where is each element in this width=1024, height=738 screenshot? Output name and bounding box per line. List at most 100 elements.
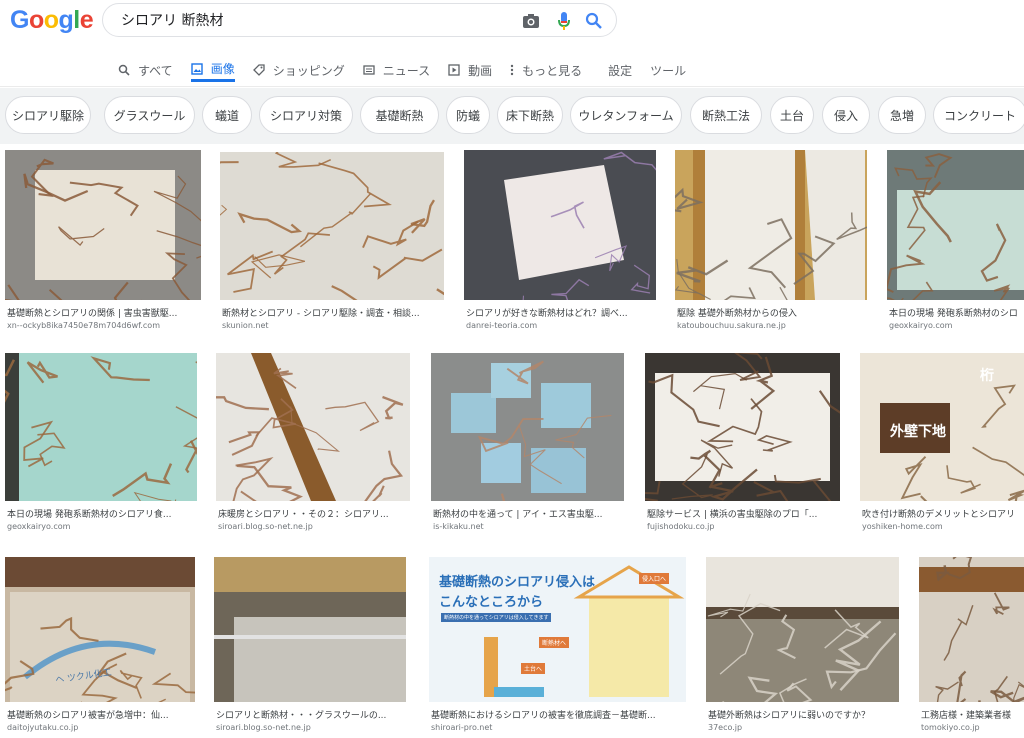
image-result[interactable]: 吹き付け断熱のデメリットとシロアリ yoshiken-home.com 桁外壁下地	[860, 353, 1024, 535]
image-embedded-text: こんなところから	[439, 595, 544, 610]
result-source[interactable]: is-kikaku.net	[433, 522, 622, 531]
result-thumbnail[interactable]	[5, 150, 201, 300]
tab-1[interactable]: 画像	[190, 58, 235, 82]
image-result[interactable]: 断熱材の中を通って | アイ・エス害虫駆... is-kikaku.net	[431, 353, 624, 535]
tab-3[interactable]: ニュース	[363, 58, 430, 82]
tab-label: すべて	[138, 63, 173, 78]
tab-7[interactable]: ツール	[650, 58, 686, 82]
image-result[interactable]: 床暖房とシロアリ・・その２：シロアリ... siroari.blog.so-net…	[216, 353, 410, 535]
result-title[interactable]: 駆除 基礎外断熱材からの侵入	[677, 306, 865, 319]
result-title[interactable]: 本日の現場 発砲系断熱材のシロアリ食...	[7, 507, 195, 520]
tab-4[interactable]: 動画	[448, 58, 492, 82]
tab-label: ショッピング	[272, 63, 345, 78]
image-result[interactable]: 基礎断熱のシロアリ被害が急増中：仙... daitojyutaku.co.jp ヘ …	[5, 557, 195, 736]
result-source[interactable]: fujishodoku.co.jp	[647, 522, 838, 531]
chip-related-search[interactable]: 防蟻	[446, 96, 490, 134]
image-embedded-text: 侵入口へ	[639, 573, 670, 584]
chip-related-search[interactable]: 基礎断熱	[360, 96, 439, 134]
image-result[interactable]: 断熱材とシロアリ - シロアリ駆除・調査・相談... skunion.net	[220, 152, 444, 334]
image-embedded-text: 断熱材の中を通ってシロアリは侵入してきます	[441, 613, 552, 622]
image-embedded-text: 外壁下地	[890, 424, 946, 440]
image-result[interactable]: 駆除 基礎外断熱材からの侵入 katoubouchuu.sakura.ne.jp	[675, 150, 867, 334]
result-source[interactable]: katoubouchuu.sakura.ne.jp	[677, 321, 865, 330]
chip-related-search[interactable]: 侵入	[822, 96, 870, 134]
result-thumbnail[interactable]	[5, 557, 195, 702]
result-source[interactable]: xn--ockyb8ika7450e78m704d6wf.com	[7, 321, 199, 330]
result-title[interactable]: シロアリが好きな断熱材はどれ？調べ...	[466, 306, 654, 319]
result-thumbnail[interactable]	[706, 557, 899, 702]
chip-related-search[interactable]: シロアリ駆除	[5, 96, 91, 134]
image-result[interactable]: 基礎断熱とシロアリの関係 | 害虫害獣駆... xn--ockyb8ika7450…	[5, 150, 201, 334]
image-result[interactable]: 駆除サービス | 横浜の害虫駆除のプロ「... fujishodoku.co.jp	[645, 353, 840, 535]
result-source[interactable]: danrei-teoria.com	[466, 321, 654, 330]
chip-related-search[interactable]: 急増	[878, 96, 926, 134]
image-result[interactable]: 本日の現場 発砲系断熱材のシロアリ食... geoxkairyo.com	[5, 353, 197, 535]
chip-related-search[interactable]: コンクリート	[933, 96, 1024, 134]
tab-label: ツール	[650, 63, 687, 78]
result-thumbnail[interactable]	[5, 353, 197, 501]
result-thumbnail[interactable]	[216, 353, 410, 501]
result-title[interactable]: 基礎外断熱はシロアリに弱いのですか？	[708, 708, 897, 721]
chip-related-search[interactable]: 床下断熱	[497, 96, 563, 134]
result-source[interactable]: geoxkairyo.com	[889, 321, 1022, 330]
chip-related-search[interactable]: 断熱工法	[690, 96, 762, 134]
result-thumbnail[interactable]	[919, 557, 1024, 702]
result-source[interactable]: yoshiken-home.com	[862, 522, 1022, 531]
camera-icon[interactable]	[521, 11, 541, 31]
result-title[interactable]: シロアリと断熱材・・・グラスウールの...	[216, 708, 404, 721]
result-title[interactable]: 工務店様・建築業者様	[921, 708, 1022, 721]
result-thumbnail[interactable]	[464, 150, 656, 300]
tab-6[interactable]: 設定	[608, 58, 632, 82]
search-input[interactable]	[119, 11, 503, 29]
result-thumbnail[interactable]	[887, 150, 1024, 300]
chip-related-search[interactable]: グラスウール	[104, 96, 195, 134]
mic-icon[interactable]	[554, 11, 574, 31]
chip-related-search[interactable]: 土台	[770, 96, 814, 134]
image-result[interactable]: 本日の現場 発砲系断熱材のシロ geoxkairyo.com	[887, 150, 1024, 334]
search-icon[interactable]	[584, 11, 604, 31]
result-title[interactable]: 駆除サービス | 横浜の害虫駆除のプロ「...	[647, 507, 838, 520]
tab-0[interactable]: すべて	[118, 58, 173, 82]
chip-related-search[interactable]: シロアリ対策	[259, 96, 353, 134]
result-title[interactable]: 吹き付け断熱のデメリットとシロアリ	[862, 507, 1022, 520]
result-title[interactable]: 断熱材とシロアリ - シロアリ駆除・調査・相談...	[222, 306, 442, 319]
tab-label: 画像	[210, 62, 235, 76]
header-divider	[0, 86, 1024, 87]
result-source[interactable]: shiroari-pro.net	[431, 723, 684, 732]
result-title[interactable]: 本日の現場 発砲系断熱材のシロ	[889, 306, 1022, 319]
result-thumbnail[interactable]	[431, 353, 624, 501]
result-thumbnail[interactable]	[220, 152, 444, 300]
result-title[interactable]: 断熱材の中を通って | アイ・エス害虫駆...	[433, 507, 622, 520]
result-title[interactable]: 基礎断熱のシロアリ被害が急増中：仙...	[7, 708, 193, 721]
result-title[interactable]: 基礎断熱におけるシロアリの被害を徹底調査－基礎断...	[431, 708, 684, 721]
result-source[interactable]: daitojyutaku.co.jp	[7, 723, 193, 732]
result-source[interactable]: skunion.net	[222, 321, 442, 330]
result-title[interactable]: 床暖房とシロアリ・・その２：シロアリ...	[218, 507, 408, 520]
result-thumbnail[interactable]	[645, 353, 840, 501]
result-source[interactable]: siroari.blog.so-net.ne.jp	[218, 522, 408, 531]
image-result[interactable]: 基礎外断熱はシロアリに弱いのですか？ 37eco.jp	[706, 557, 899, 736]
result-source[interactable]: geoxkairyo.com	[7, 522, 195, 531]
image-icon	[190, 62, 207, 75]
tab-5[interactable]: もっと見る	[510, 58, 582, 82]
search-box[interactable]	[102, 3, 617, 37]
logo-letter: e	[79, 6, 94, 34]
logo-letter: o	[43, 6, 59, 34]
image-result[interactable]: シロアリと断熱材・・・グラスウールの... siroari.blog.so-net…	[214, 557, 406, 736]
image-result[interactable]: 工務店様・建築業者様 tomokiyo.co.jp	[919, 557, 1024, 736]
result-source[interactable]: siroari.blog.so-net.ne.jp	[216, 723, 404, 732]
result-source[interactable]: 37eco.jp	[708, 723, 897, 732]
result-source[interactable]: tomokiyo.co.jp	[921, 723, 1022, 732]
play-icon	[448, 64, 464, 76]
tab-2[interactable]: ショッピング	[252, 58, 345, 82]
google-logo[interactable]: Google	[10, 6, 94, 35]
chip-related-search[interactable]: 蟻道	[202, 96, 252, 134]
result-title[interactable]: 基礎断熱とシロアリの関係 | 害虫害獣駆...	[7, 306, 199, 319]
result-thumbnail[interactable]	[214, 557, 406, 702]
image-embedded-text: 土台へ	[521, 663, 546, 674]
result-thumbnail[interactable]	[675, 150, 867, 300]
image-result[interactable]: 基礎断熱におけるシロアリの被害を徹底調査－基礎断... shiroari-pro.…	[429, 557, 686, 736]
chip-related-search[interactable]: ウレタンフォーム	[570, 96, 682, 134]
image-result[interactable]: シロアリが好きな断熱材はどれ？調べ... danrei-teoria.com	[464, 150, 656, 334]
image-embedded-text: 断熱材へ	[539, 637, 570, 648]
